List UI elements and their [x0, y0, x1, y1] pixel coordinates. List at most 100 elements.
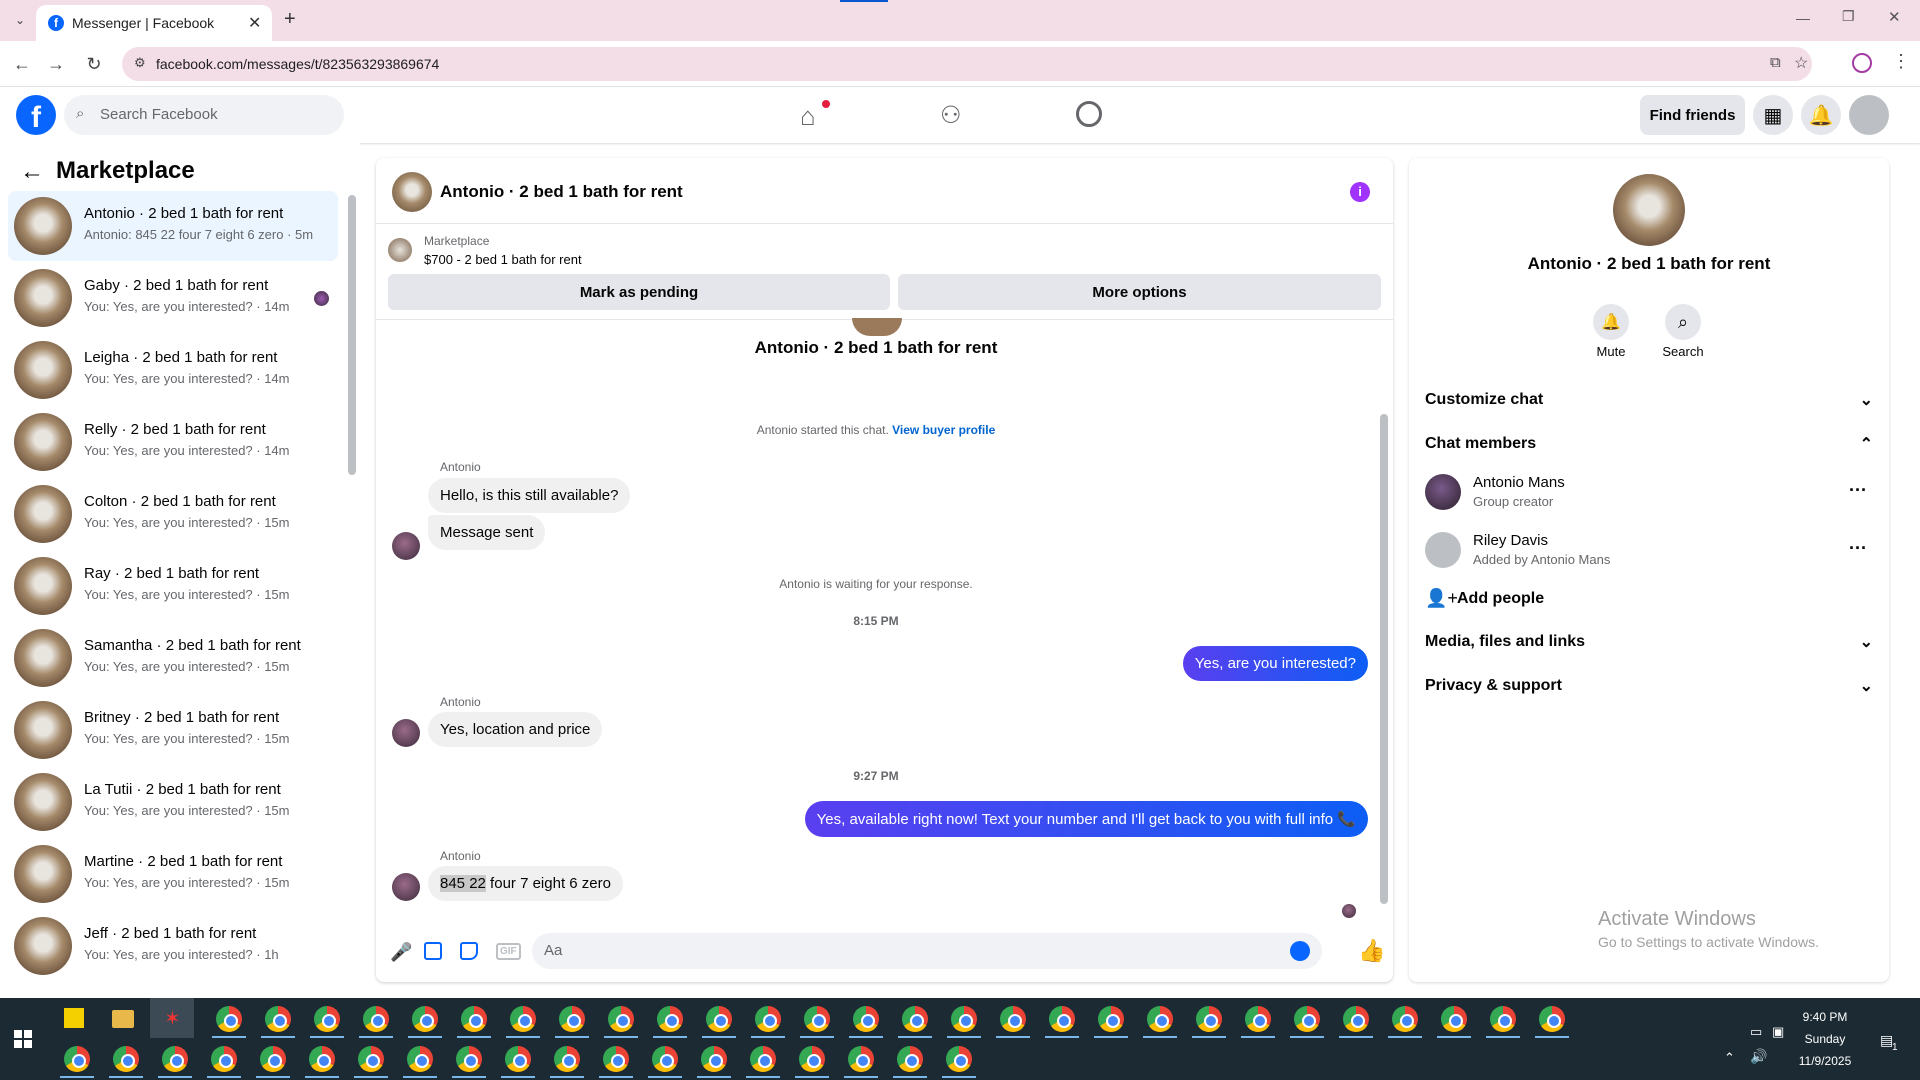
- chrome-taskbar-icon[interactable]: [946, 1046, 972, 1072]
- forward-arrow-icon[interactable]: →: [42, 50, 70, 78]
- chrome-taskbar-icon[interactable]: [1343, 1006, 1369, 1032]
- incoming-message[interactable]: Hello, is this still available?: [428, 478, 631, 513]
- chrome-taskbar-icon[interactable]: [456, 1046, 482, 1072]
- notifications-bell-icon[interactable]: 🔔: [1801, 95, 1841, 135]
- chrome-taskbar-icon[interactable]: [363, 1006, 389, 1032]
- chrome-taskbar-icon[interactable]: [755, 1006, 781, 1032]
- chrome-taskbar-icon[interactable]: [1441, 1006, 1467, 1032]
- chrome-taskbar-icon[interactable]: [314, 1006, 340, 1032]
- restore-icon[interactable]: ❐: [1842, 8, 1855, 25]
- view-buyer-profile-link[interactable]: View buyer profile: [892, 423, 995, 437]
- chrome-taskbar-icon[interactable]: [113, 1046, 139, 1072]
- sender-avatar[interactable]: [392, 719, 420, 747]
- close-window-icon[interactable]: ✕: [1888, 8, 1901, 26]
- chrome-taskbar-icon[interactable]: [897, 1046, 923, 1072]
- chrome-taskbar-icon[interactable]: [902, 1006, 928, 1032]
- member-name[interactable]: Riley Davis: [1473, 532, 1548, 549]
- back-arrow-icon[interactable]: ←: [8, 50, 36, 78]
- member-name[interactable]: Antonio Mans: [1473, 474, 1565, 491]
- chrome-taskbar-icon[interactable]: [559, 1006, 585, 1032]
- chrome-taskbar-icon[interactable]: [1245, 1006, 1271, 1032]
- facebook-logo-icon[interactable]: f: [16, 95, 56, 135]
- conversation-item[interactable]: Colton · 2 bed 1 bath for rent You: Yes,…: [8, 479, 338, 549]
- chat-listing-avatar[interactable]: [392, 172, 432, 212]
- chrome-taskbar-icon[interactable]: [1147, 1006, 1173, 1032]
- member-more-icon[interactable]: ···: [1849, 480, 1867, 501]
- chrome-taskbar-icon[interactable]: [608, 1006, 634, 1032]
- sticker-icon[interactable]: [460, 942, 478, 960]
- like-thumb-icon[interactable]: 👍: [1358, 938, 1385, 964]
- chat-members-row[interactable]: Chat members ⌃: [1425, 426, 1873, 462]
- chrome-taskbar-icon[interactable]: [951, 1006, 977, 1032]
- find-friends-button[interactable]: Find friends: [1640, 95, 1745, 135]
- more-options-button[interactable]: More options: [898, 274, 1381, 310]
- incoming-message[interactable]: 845 22 four 7 eight 6 zero: [428, 866, 623, 901]
- chrome-taskbar-icon[interactable]: [461, 1006, 487, 1032]
- member-avatar[interactable]: [1425, 474, 1461, 510]
- member-avatar[interactable]: [1425, 532, 1461, 568]
- member-more-icon[interactable]: ···: [1849, 538, 1867, 559]
- info-icon[interactable]: i: [1350, 182, 1370, 202]
- url-bar[interactable]: ⚙ facebook.com/messages/t/82356329386967…: [122, 47, 1812, 81]
- browser-menu-icon[interactable]: ⋮: [1892, 51, 1910, 72]
- chrome-taskbar-icon[interactable]: [505, 1046, 531, 1072]
- mark-as-pending-button[interactable]: Mark as pending: [388, 274, 890, 310]
- chrome-taskbar-icon[interactable]: [804, 1006, 830, 1032]
- search-facebook-input[interactable]: ⌕ Search Facebook: [64, 95, 344, 135]
- install-app-icon[interactable]: ⧉: [1770, 54, 1781, 71]
- search-icon[interactable]: ⌕: [1665, 304, 1701, 340]
- conversation-item[interactable]: Britney · 2 bed 1 bath for rent You: Yes…: [8, 695, 338, 765]
- chrome-taskbar-icon[interactable]: [750, 1046, 776, 1072]
- chrome-taskbar-icon[interactable]: [652, 1046, 678, 1072]
- microphone-icon[interactable]: 🎤: [390, 942, 412, 963]
- profile-icon[interactable]: [1852, 53, 1872, 73]
- conversation-item[interactable]: Jeff · 2 bed 1 bath for rent You: Yes, a…: [8, 911, 338, 981]
- chrome-taskbar-icon[interactable]: [1000, 1006, 1026, 1032]
- chrome-taskbar-icon[interactable]: [265, 1006, 291, 1032]
- chrome-taskbar-icon[interactable]: [211, 1046, 237, 1072]
- incoming-message[interactable]: Yes, location and price: [428, 712, 603, 747]
- chat-scrollbar-thumb[interactable]: [1380, 414, 1388, 904]
- chrome-taskbar-icon[interactable]: [1490, 1006, 1516, 1032]
- chrome-taskbar-icon[interactable]: [358, 1046, 384, 1072]
- emoji-icon[interactable]: [1290, 941, 1310, 961]
- conversation-item[interactable]: Gaby · 2 bed 1 bath for rent You: Yes, a…: [8, 263, 338, 333]
- sender-avatar[interactable]: [392, 873, 420, 901]
- chrome-taskbar-icon[interactable]: [1392, 1006, 1418, 1032]
- photo-icon[interactable]: [424, 942, 442, 960]
- tab-close-icon[interactable]: ✕: [248, 13, 261, 33]
- add-people-button[interactable]: Add people: [1457, 590, 1544, 608]
- chrome-taskbar-icon[interactable]: [64, 1046, 90, 1072]
- chrome-taskbar-icon[interactable]: [554, 1046, 580, 1072]
- message-input[interactable]: Aa: [532, 933, 1322, 969]
- meet-now-icon[interactable]: ▭: [1750, 1024, 1762, 1040]
- incoming-message[interactable]: Message sent: [428, 515, 546, 550]
- groups-icon[interactable]: [1076, 101, 1102, 127]
- sticky-notes-icon[interactable]: [64, 1008, 84, 1028]
- sender-avatar[interactable]: [392, 532, 420, 560]
- chrome-taskbar-icon[interactable]: [260, 1046, 286, 1072]
- minimize-icon[interactable]: —: [1796, 10, 1810, 26]
- clock-time[interactable]: 9:40 PM: [1780, 1010, 1870, 1024]
- listing-price[interactable]: $700 - 2 bed 1 bath for rent: [424, 252, 582, 267]
- chrome-taskbar-icon[interactable]: [848, 1046, 874, 1072]
- conversation-item[interactable]: Martine · 2 bed 1 bath for rent You: Yes…: [8, 839, 338, 909]
- chrome-taskbar-icon[interactable]: [603, 1046, 629, 1072]
- conversation-item[interactable]: Samantha · 2 bed 1 bath for rent You: Ye…: [8, 623, 338, 693]
- chrome-taskbar-icon[interactable]: [1196, 1006, 1222, 1032]
- media-files-row[interactable]: Media, files and links ⌄: [1425, 624, 1873, 660]
- account-avatar[interactable]: [1849, 95, 1889, 135]
- chrome-taskbar-icon[interactable]: [1098, 1006, 1124, 1032]
- menu-grid-icon[interactable]: ▦: [1753, 95, 1793, 135]
- chrome-taskbar-icon[interactable]: [1294, 1006, 1320, 1032]
- chrome-taskbar-icon[interactable]: [412, 1006, 438, 1032]
- mute-bell-icon[interactable]: 🔔: [1593, 304, 1629, 340]
- bookmark-star-icon[interactable]: ☆: [1794, 53, 1808, 73]
- conversation-item[interactable]: Relly · 2 bed 1 bath for rent You: Yes, …: [8, 407, 338, 477]
- chrome-taskbar-icon[interactable]: [309, 1046, 335, 1072]
- pinned-app-icon[interactable]: ✶: [164, 1006, 181, 1031]
- chrome-taskbar-icon[interactable]: [706, 1006, 732, 1032]
- chrome-taskbar-icon[interactable]: [701, 1046, 727, 1072]
- chat-title[interactable]: Antonio · 2 bed 1 bath for rent: [440, 182, 683, 202]
- chrome-taskbar-icon[interactable]: [1049, 1006, 1075, 1032]
